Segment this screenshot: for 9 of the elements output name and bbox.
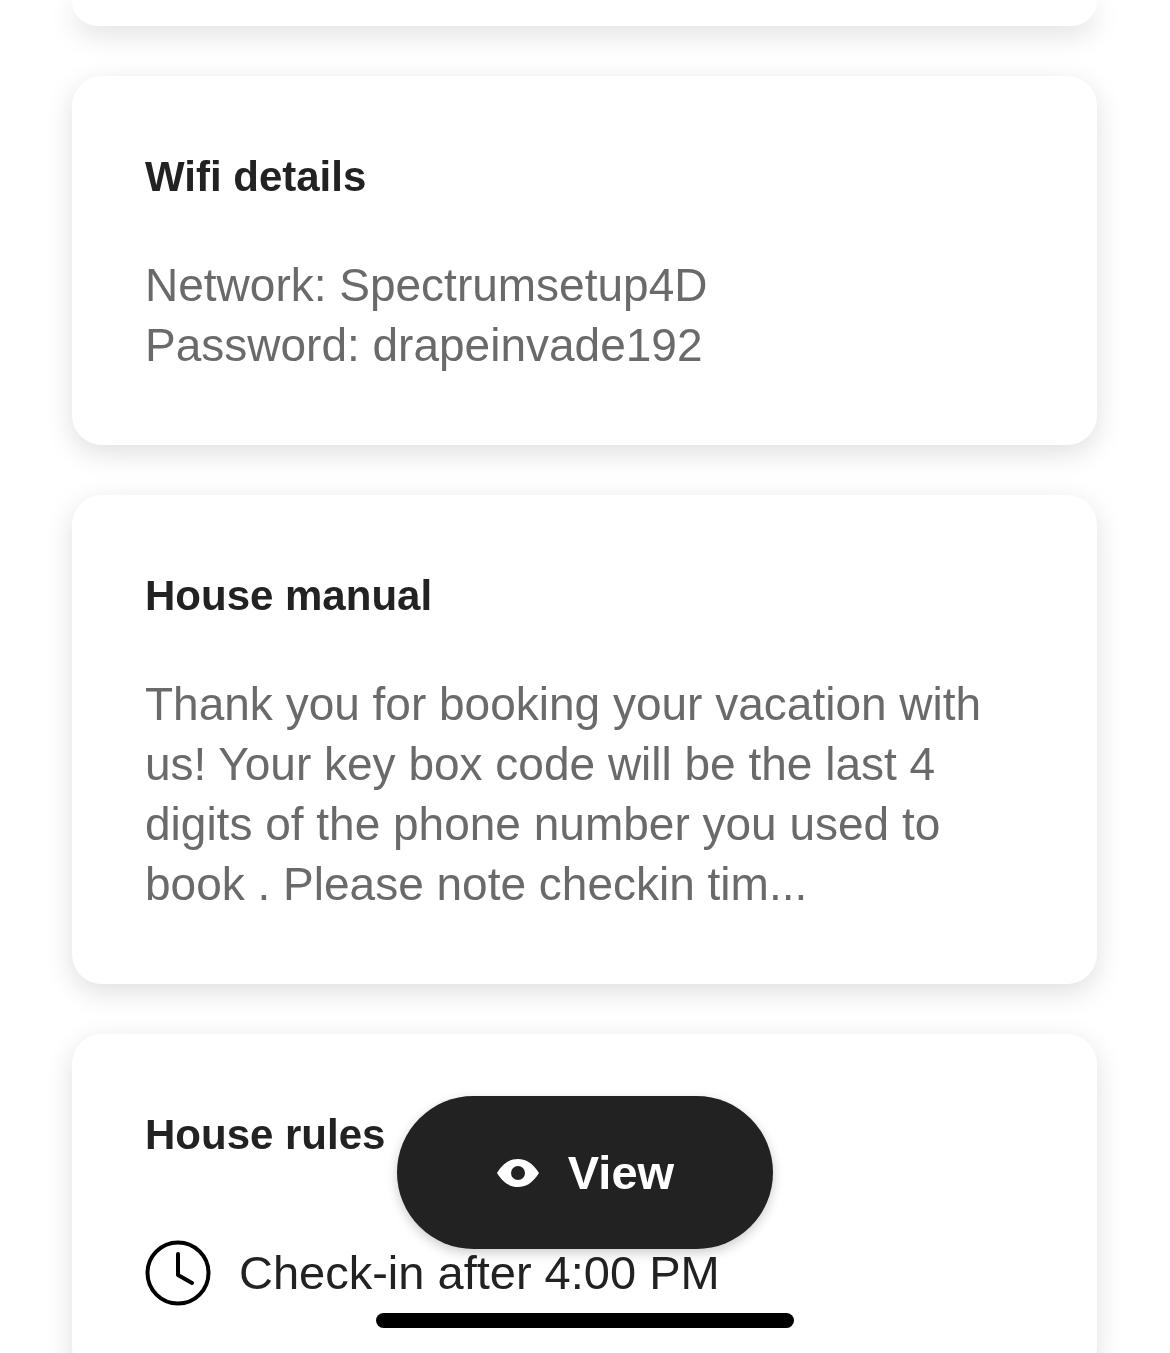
card-title: Wifi details (145, 152, 367, 201)
eye-icon (495, 1158, 540, 1187)
card-title: House rules (145, 1110, 386, 1159)
card-title: House manual (145, 571, 433, 620)
view-button[interactable]: View (397, 1096, 773, 1249)
clock-icon (145, 1240, 211, 1306)
house-manual-text: Thank you for booking your vacation with us! Your key box code will be the last 4 digits of the phone number you used to book . Please note checkin tim... (145, 677, 983, 912)
wifi-detail-text: Network: Spectrumsetup4D (145, 258, 708, 313)
wifi-detail-text: Password: drapeinvade192 (145, 318, 704, 373)
